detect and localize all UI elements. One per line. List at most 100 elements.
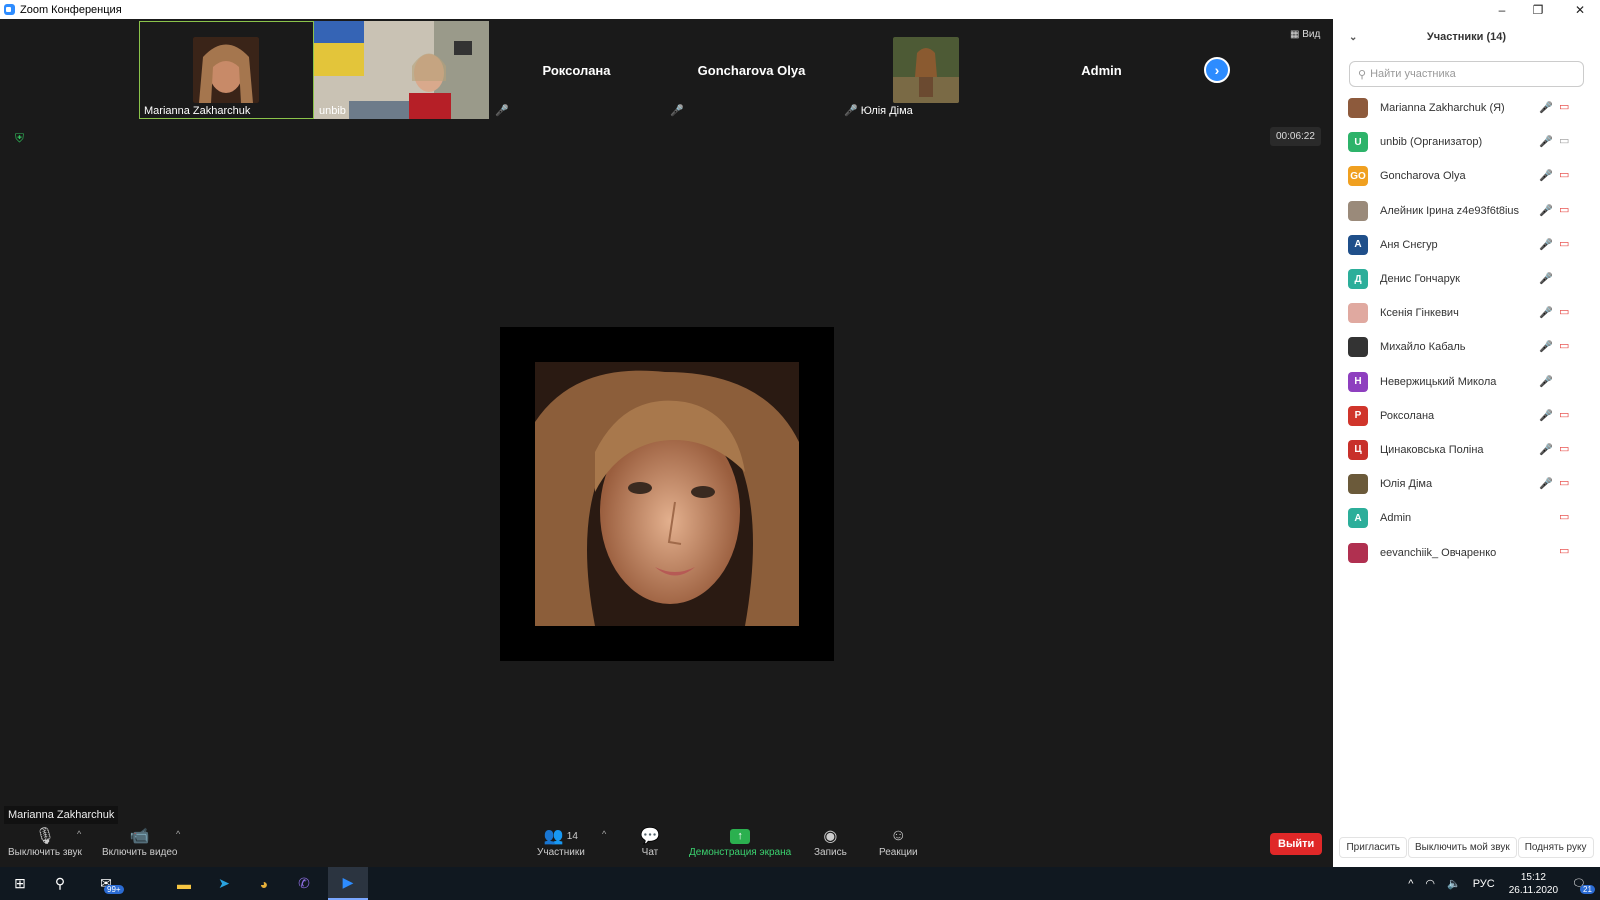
clock-time: 15:12 bbox=[1520, 871, 1546, 883]
mic-muted-icon: 🎤 bbox=[844, 105, 858, 117]
microphone-icon: 🎤 bbox=[1539, 136, 1553, 149]
mic-muted-icon: 🎤 bbox=[1539, 170, 1553, 183]
mic-muted-icon: 🎤 bbox=[1539, 478, 1553, 491]
participant-row[interactable]: Ксенія Гінкевич 🎤 ▭ bbox=[1333, 296, 1600, 330]
video-tile[interactable]: Goncharova Olya 🎤 bbox=[664, 21, 839, 119]
video-tile[interactable]: 🎤 Юлія Діма bbox=[839, 21, 1014, 119]
video-tile[interactable]: Admin bbox=[1014, 21, 1189, 119]
video-off-icon: ▭ bbox=[1559, 237, 1570, 250]
video-off-icon: ▭ bbox=[1559, 545, 1570, 558]
invite-button[interactable]: Пригласить bbox=[1339, 836, 1408, 858]
video-off-icon: ▭ bbox=[1559, 511, 1570, 524]
mail-app-icon[interactable]: ✉ 99+ bbox=[86, 867, 126, 900]
windows-taskbar: ⊞ ⚲ ✉ 99+ ▬ ➤ ◕ ✆ ▶ ^ ◠ 🔈 РУС 15:12 26.11… bbox=[0, 867, 1600, 900]
reactions-button[interactable]: ☺ Реакции bbox=[879, 825, 918, 858]
leave-button[interactable]: Выйти bbox=[1270, 833, 1323, 855]
mic-muted-icon: 🎤 bbox=[1539, 341, 1553, 354]
minimize-button[interactable]: – bbox=[1484, 0, 1520, 19]
clock[interactable]: 15:12 26.11.2020 bbox=[1509, 871, 1558, 897]
restore-button[interactable]: ❐ bbox=[1520, 0, 1556, 19]
video-off-icon: 📹 bbox=[129, 828, 150, 845]
participant-row[interactable]: Ц Цинаковська Поліна 🎤 ▭ bbox=[1333, 433, 1600, 467]
mic-muted-icon: 🎤 bbox=[1539, 238, 1553, 251]
chrome-icon[interactable]: ◕ bbox=[244, 867, 284, 900]
video-tile[interactable]: Роксолана 🎤 bbox=[489, 21, 664, 119]
next-page-button[interactable]: › bbox=[1204, 57, 1230, 83]
participant-row[interactable]: Алейник Ірина z4e93f6t8ius 🎤 ▭ bbox=[1333, 194, 1600, 228]
raise-hand-button[interactable]: Поднять руку bbox=[1517, 836, 1594, 858]
participant-name: Михайло Кабаль bbox=[1380, 341, 1466, 354]
close-button[interactable]: ✕ bbox=[1562, 0, 1598, 19]
video-tile[interactable]: Marianna Zakharchuk bbox=[139, 21, 314, 119]
telegram-icon[interactable]: ➤ bbox=[204, 867, 244, 900]
participant-row[interactable]: GO Goncharova Olya 🎤 ▭ bbox=[1333, 159, 1600, 193]
mute-me-button[interactable]: Выключить мой звук bbox=[1408, 836, 1517, 858]
participant-name: Marianna Zakharchuk (Я) bbox=[1380, 102, 1505, 115]
start-button[interactable]: ⊞ bbox=[0, 867, 40, 900]
mute-button[interactable]: 🎙 Выключить звук bbox=[8, 825, 82, 858]
video-button[interactable]: 📹 Включить видео bbox=[102, 825, 178, 858]
microphone-icon: 🎤 bbox=[1539, 102, 1553, 114]
participant-row[interactable]: A Admin ▭ bbox=[1333, 501, 1600, 535]
mic-muted-icon: 🎤 bbox=[1539, 307, 1553, 320]
viber-icon[interactable]: ✆ bbox=[284, 867, 324, 900]
participants-icon: 👥 14 bbox=[543, 828, 578, 845]
tile-name: 🎤 Юлія Діма bbox=[844, 104, 913, 118]
participants-panel: ⌄ Участники (14) ⚲ Найти участника Maria… bbox=[1333, 19, 1600, 867]
meeting-toolbar: 🎙 Выключить звук ^ 📹 Включить видео ^ 👥 1… bbox=[0, 819, 1333, 867]
avatar: Ц bbox=[1348, 439, 1368, 460]
participant-row[interactable]: Юлія Діма 🎤 ▭ bbox=[1333, 467, 1600, 501]
clock-date: 26.11.2020 bbox=[1508, 884, 1559, 896]
shield-icon[interactable]: ⛨ bbox=[15, 131, 27, 145]
participant-row[interactable]: Н Невержицький Микола 🎤 bbox=[1333, 365, 1600, 399]
participant-row[interactable]: А Аня Снєгур 🎤 ▭ bbox=[1333, 228, 1600, 262]
record-button[interactable]: ◉ Запись bbox=[814, 825, 847, 858]
wifi-icon[interactable]: ◠ bbox=[1425, 877, 1435, 890]
share-screen-button[interactable]: ↑ Демонстрация экрана bbox=[689, 825, 791, 858]
participant-name: Ксенія Гінкевич bbox=[1380, 307, 1459, 320]
volume-icon[interactable]: 🔈 bbox=[1447, 877, 1461, 890]
view-label: Вид bbox=[1302, 29, 1321, 40]
video-tile[interactable]: unbib 🎤 bbox=[314, 21, 509, 119]
participant-row[interactable]: Marianna Zakharchuk (Я) 🎤 ▭ bbox=[1333, 91, 1600, 125]
participant-name: unbib (Организатор) bbox=[1380, 136, 1483, 149]
participant-name: Роксолана bbox=[1380, 409, 1435, 422]
participant-row[interactable]: Михайло Кабаль 🎤 ▭ bbox=[1333, 330, 1600, 364]
chevron-down-icon[interactable]: ⌄ bbox=[1349, 32, 1357, 43]
participant-row[interactable]: Р Роксолана 🎤 ▭ bbox=[1333, 399, 1600, 433]
zoom-logo-icon bbox=[4, 4, 15, 15]
video-off-icon: ▭ bbox=[1559, 408, 1570, 421]
participants-options-caret[interactable]: ^ bbox=[602, 829, 606, 839]
chat-label: Чат bbox=[641, 847, 659, 858]
panel-header: ⌄ Участники (14) bbox=[1333, 19, 1600, 55]
search-placeholder: Найти участника bbox=[1370, 68, 1456, 80]
audio-options-caret[interactable]: ^ bbox=[77, 829, 81, 839]
zoom-taskbar-icon[interactable]: ▶ bbox=[328, 867, 368, 900]
file-explorer-icon[interactable]: ▬ bbox=[164, 867, 204, 900]
participants-button[interactable]: 👥 14 Участники bbox=[537, 825, 585, 858]
avatar: A bbox=[1348, 508, 1368, 529]
participant-list: Marianna Zakharchuk (Я) 🎤 ▭ Uunbib (Организ… bbox=[1333, 91, 1600, 570]
language-indicator[interactable]: РУС bbox=[1473, 878, 1495, 890]
search-icon[interactable]: ⚲ bbox=[40, 867, 80, 900]
participant-search-input[interactable]: ⚲ Найти участника bbox=[1349, 61, 1584, 87]
notification-badge: 21 bbox=[1580, 885, 1595, 894]
mic-muted-icon: 🎤 bbox=[670, 105, 684, 117]
video-options-caret[interactable]: ^ bbox=[176, 829, 180, 839]
panel-footer: Пригласить Выключить мой звук Поднять ру… bbox=[1333, 827, 1600, 867]
avatar: Д bbox=[1348, 269, 1368, 290]
mic-muted-icon: 🎤 bbox=[1539, 443, 1553, 456]
tray-expand-icon[interactable]: ^ bbox=[1408, 878, 1413, 890]
video-off-icon: ▭ bbox=[1559, 101, 1570, 113]
view-button[interactable]: ▦ Вид bbox=[1290, 29, 1320, 40]
chat-button[interactable]: 💬 Чат bbox=[640, 825, 660, 858]
video-strip: Marianna Zakharchuk unbib 🎤 bbox=[139, 21, 1189, 119]
participant-row[interactable]: Д Денис Гончарук 🎤 bbox=[1333, 262, 1600, 296]
avatar: GO bbox=[1348, 166, 1368, 187]
panel-title: Участники (14) bbox=[1426, 31, 1507, 43]
participant-row[interactable]: Uunbib (Организатор) 🎤 ▭ bbox=[1333, 125, 1600, 159]
meeting-area: Marianna Zakharchuk unbib 🎤 bbox=[0, 19, 1333, 867]
notification-center-icon[interactable]: 🗨 21 bbox=[1572, 877, 1595, 894]
participant-row[interactable]: eevanchiik_ Овчаренко ▭ bbox=[1333, 535, 1600, 569]
avatar bbox=[1348, 98, 1368, 119]
